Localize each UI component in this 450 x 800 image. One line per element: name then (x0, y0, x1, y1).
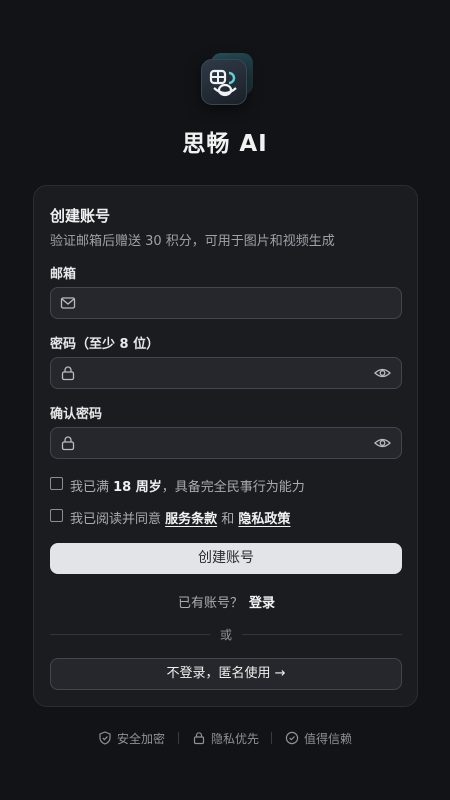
confirm-password-label: 确认密码 (50, 407, 103, 422)
have-account-row: 已有账号？ 登录 (34, 592, 419, 611)
footer-privacy-text: 隐私优先 (211, 732, 260, 746)
age-confirm-text: 我已满 18 周岁，具备完全民事行为能力 (70, 476, 305, 495)
check-circle-icon (285, 731, 299, 745)
footer-separator (178, 732, 179, 744)
terms-confirm-text: 我已阅读并同意 服务条款 和 隐私政策 (70, 508, 290, 527)
card-subtitle: 验证邮箱后赠送 30 积分，可用于图片和视频生成 (50, 234, 335, 249)
lock-icon (61, 436, 75, 451)
email-label: 邮箱 (50, 267, 77, 282)
logo-tile (201, 59, 247, 105)
age-checkbox[interactable] (50, 477, 63, 490)
privacy-policy-link[interactable]: 隐私政策 (238, 512, 290, 527)
confirm-password-input[interactable] (85, 428, 375, 458)
footer-separator (271, 732, 272, 744)
card-title: 创建账号 (50, 207, 111, 225)
password-input[interactable] (85, 358, 375, 388)
password-label: 密码（至少 8 位） (50, 337, 160, 352)
or-divider: 或 (50, 626, 402, 642)
terms-text-middle: 和 (217, 512, 239, 527)
anonymous-use-button[interactable]: 不登录，匿名使用 → (50, 658, 402, 690)
signup-screen: 思畅 AI 创建账号 验证邮箱后赠送 30 积分，可用于图片和视频生成 邮箱 密… (0, 0, 450, 800)
age-text-bold: 18 周岁 (113, 480, 162, 495)
terms-text-prefix: 我已阅读并同意 (70, 512, 166, 527)
trust-footer: 安全加密 隐私优先 值得信赖 (0, 730, 450, 746)
terms-checkbox[interactable] (50, 509, 63, 522)
app-logo (201, 53, 253, 107)
divider-line-right (242, 634, 402, 635)
age-text-prefix: 我已满 (70, 480, 114, 495)
confirm-password-field-wrapper[interactable] (50, 427, 402, 459)
logo-mark-icon (209, 69, 237, 97)
app-title: 思畅 AI (182, 131, 268, 157)
create-account-button[interactable]: 创建账号 (50, 543, 402, 574)
eye-icon[interactable] (374, 365, 391, 381)
lock-icon (61, 366, 75, 381)
have-account-text: 已有账号？ (177, 596, 243, 611)
age-text-suffix: ，具备完全民事行为能力 (161, 480, 305, 495)
signup-card: 创建账号 验证邮箱后赠送 30 积分，可用于图片和视频生成 邮箱 密码（至少 8… (33, 185, 418, 707)
password-field-wrapper[interactable] (50, 357, 402, 389)
shield-icon (99, 731, 111, 745)
email-input[interactable] (85, 288, 375, 318)
footer-trust-text: 值得信赖 (304, 732, 353, 746)
footer-security-text: 安全加密 (117, 732, 166, 746)
login-link[interactable]: 登录 (249, 596, 275, 611)
email-field-wrapper[interactable] (50, 287, 402, 319)
mail-icon (60, 297, 76, 309)
lock-icon (193, 732, 205, 745)
terms-of-service-link[interactable]: 服务条款 (165, 512, 217, 527)
eye-icon[interactable] (374, 435, 391, 451)
